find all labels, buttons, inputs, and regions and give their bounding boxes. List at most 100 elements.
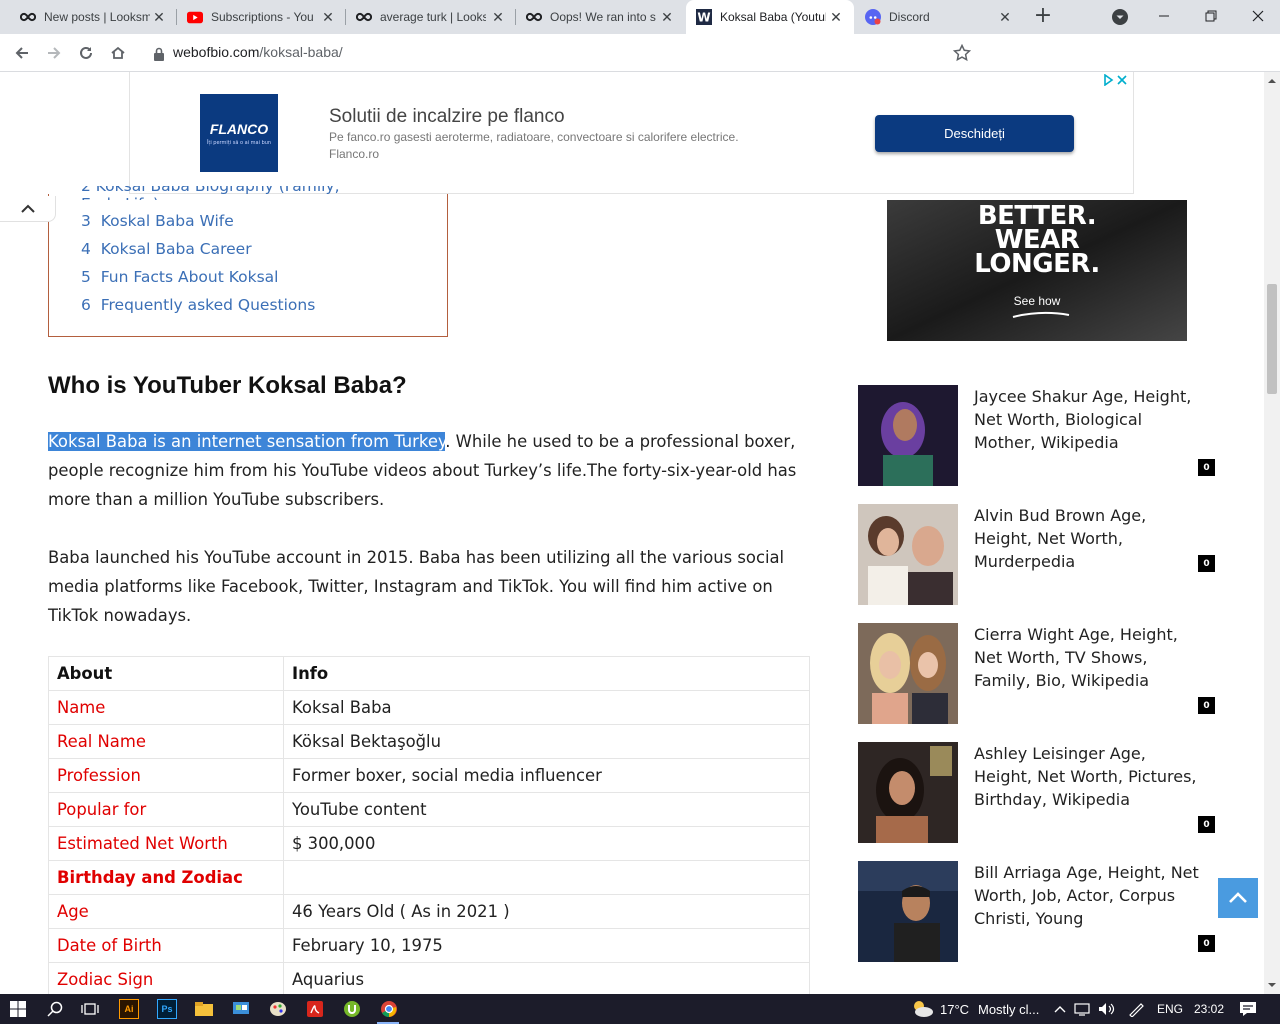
- toc-item-cut[interactable]: 2 Koksal Baba Biography (Family, Early L…: [81, 186, 381, 200]
- page-scrollbar[interactable]: [1264, 72, 1280, 994]
- tab-title: average turk | Looks: [380, 10, 486, 24]
- close-icon[interactable]: ✕: [659, 9, 675, 25]
- lock-icon[interactable]: [153, 46, 165, 61]
- comment-count-badge[interactable]: 0: [1198, 555, 1215, 572]
- control-panel-icon[interactable]: [231, 999, 251, 1019]
- table-section-row: Birthday and Zodiac: [48, 860, 810, 895]
- toc-item-number: 4: [81, 240, 91, 258]
- sidebar-post[interactable]: Bill Arriaga Age, Height, Net Worth, Job…: [858, 861, 1218, 962]
- volume-icon[interactable]: [1097, 999, 1117, 1019]
- sidebar-post[interactable]: Ashley Leisinger Age, Height, Net Worth,…: [858, 742, 1218, 843]
- post-thumbnail[interactable]: [858, 742, 958, 843]
- post-title[interactable]: Cierra Wight Age, Height, Net Worth, TV …: [974, 623, 1204, 692]
- article-paragraph-2: Baba launched his YouTube account in 201…: [48, 548, 785, 625]
- tab-new-posts[interactable]: New posts | Looksm ✕: [0, 0, 177, 34]
- advertisement[interactable]: FLANCO Îți permiți să o ai mai bun Solut…: [129, 72, 1134, 194]
- tab-subscriptions[interactable]: Subscriptions - You ✕: [177, 0, 346, 34]
- bookmark-star-icon[interactable]: [949, 40, 975, 66]
- table-key: Profession: [48, 758, 284, 793]
- collapse-ad-button[interactable]: [0, 196, 56, 222]
- ad-choices-icon[interactable]: [1103, 73, 1129, 89]
- ad-logo-text: FLANCO: [209, 120, 269, 137]
- comment-count-badge[interactable]: 0: [1198, 935, 1215, 952]
- table-row: Name Koksal Baba: [48, 690, 810, 725]
- utorrent-icon[interactable]: [342, 999, 362, 1019]
- sidebar-banner-ad[interactable]: BETTER. WEAR LONGER. See how: [887, 200, 1187, 341]
- profile-menu-icon[interactable]: [1112, 9, 1128, 25]
- comment-count-badge[interactable]: 0: [1198, 816, 1215, 833]
- comment-count-badge[interactable]: 0: [1198, 697, 1215, 714]
- sidebar-post[interactable]: Alvin Bud Brown Age, Height, Net Worth, …: [858, 504, 1218, 605]
- ad-title[interactable]: Solutii de incalzire pe flanco: [329, 106, 565, 128]
- reload-icon[interactable]: [73, 40, 99, 66]
- selected-text[interactable]: Koksal Baba is an internet sensation fro…: [48, 432, 446, 451]
- ad-description: Pe fanco.ro gasesti aeroterme, radiatoar…: [329, 130, 739, 144]
- banner-cta[interactable]: See how: [887, 294, 1187, 308]
- tab-koksal-baba[interactable]: W Koksal Baba (Youtub ✕: [686, 0, 854, 34]
- post-thumbnail[interactable]: [858, 623, 958, 724]
- sidebar-post[interactable]: Cierra Wight Age, Height, Net Worth, TV …: [858, 623, 1218, 724]
- table-value: Former boxer, social media influencer: [283, 758, 810, 793]
- language-indicator[interactable]: ENG: [1157, 1002, 1183, 1016]
- task-view-icon[interactable]: [80, 999, 100, 1019]
- window-close-icon[interactable]: [1250, 8, 1266, 24]
- photoshop-icon[interactable]: Ps: [157, 999, 177, 1019]
- table-value: February 10, 1975: [283, 928, 810, 963]
- scrollbar-thumb[interactable]: [1267, 284, 1277, 394]
- back-to-top-button[interactable]: [1218, 878, 1258, 918]
- toc-item-faq[interactable]: 6 Frequently asked Questions: [81, 296, 315, 314]
- comment-count-badge[interactable]: 0: [1198, 459, 1215, 476]
- weather-temperature[interactable]: 17°C: [940, 1002, 969, 1017]
- close-icon[interactable]: ✕: [320, 9, 336, 25]
- chevron-up-icon: [1228, 889, 1248, 908]
- post-thumbnail[interactable]: [858, 504, 958, 605]
- chevron-up-icon[interactable]: [1050, 999, 1070, 1019]
- home-icon[interactable]: [105, 40, 131, 66]
- acrobat-icon[interactable]: [305, 999, 325, 1019]
- restore-icon[interactable]: [1203, 8, 1219, 24]
- paint-icon[interactable]: [268, 999, 288, 1019]
- flanco-logo[interactable]: FLANCO Îți permiți să o ai mai bun: [200, 94, 278, 172]
- post-thumbnail[interactable]: [858, 385, 958, 486]
- new-tab-button[interactable]: +: [1030, 4, 1056, 30]
- toc-item-career[interactable]: 4 Koksal Baba Career: [81, 240, 252, 258]
- tab-strip: New posts | Looksm ✕ Subscriptions - You…: [0, 0, 1280, 34]
- table-value: Köksal Bektaşoğlu: [283, 724, 810, 759]
- tab-title: Oops! We ran into s: [550, 10, 656, 24]
- illustrator-icon[interactable]: Ai: [119, 999, 139, 1019]
- toc-item-number: 3: [81, 212, 91, 230]
- sidebar-post[interactable]: Jaycee Shakur Age, Height, Net Worth, Bi…: [858, 385, 1218, 486]
- close-icon[interactable]: ✕: [828, 9, 844, 25]
- table-key: Name: [48, 690, 284, 725]
- toc-item-fun-facts[interactable]: 5 Fun Facts About Koksal: [81, 268, 278, 286]
- close-icon[interactable]: ✕: [151, 9, 167, 25]
- toc-item-wife[interactable]: 3 Koskal Baba Wife: [81, 212, 234, 230]
- weather-icon[interactable]: [910, 999, 934, 1019]
- back-icon[interactable]: [9, 40, 35, 66]
- post-title[interactable]: Alvin Bud Brown Age, Height, Net Worth, …: [974, 504, 1204, 573]
- tab-oops[interactable]: Oops! We ran into s ✕: [516, 0, 685, 34]
- chrome-icon[interactable]: [379, 999, 399, 1019]
- minimize-icon[interactable]: [1156, 8, 1172, 24]
- post-title[interactable]: Ashley Leisinger Age, Height, Net Worth,…: [974, 742, 1204, 811]
- forward-icon[interactable]: [41, 40, 67, 66]
- post-title[interactable]: Bill Arriaga Age, Height, Net Worth, Job…: [974, 861, 1204, 930]
- clock[interactable]: 23:02: [1194, 1002, 1224, 1016]
- file-explorer-icon[interactable]: [194, 999, 214, 1019]
- search-icon[interactable]: [45, 999, 65, 1019]
- table-key: Zodiac Sign: [48, 962, 284, 994]
- tab-discord[interactable]: Discord ✕: [855, 0, 1023, 34]
- notifications-icon[interactable]: [1238, 999, 1258, 1019]
- ad-open-button[interactable]: Deschideți: [875, 115, 1074, 152]
- post-thumbnail[interactable]: [858, 861, 958, 962]
- close-icon[interactable]: ✕: [997, 9, 1013, 25]
- address-bar[interactable]: webofbio.com/koksal-baba/: [173, 44, 343, 60]
- post-title[interactable]: Jaycee Shakur Age, Height, Net Worth, Bi…: [974, 385, 1204, 454]
- close-icon[interactable]: ✕: [490, 9, 506, 25]
- windows-start-icon[interactable]: [8, 999, 28, 1019]
- weather-text[interactable]: Mostly cl...: [978, 1002, 1039, 1017]
- toc-item-label: Koksal Baba Career: [100, 240, 252, 258]
- tab-average-turk[interactable]: average turk | Looks ✕: [346, 0, 516, 34]
- network-icon[interactable]: [1073, 999, 1093, 1019]
- pen-icon[interactable]: [1126, 999, 1146, 1019]
